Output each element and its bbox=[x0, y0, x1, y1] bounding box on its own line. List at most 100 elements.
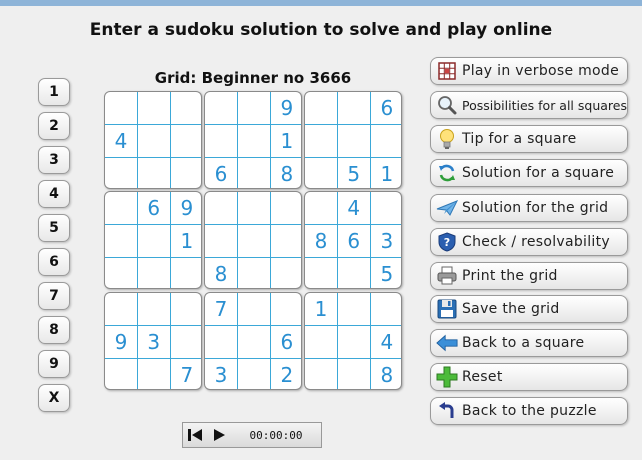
numpad-button-8[interactable]: 8 bbox=[38, 316, 70, 344]
grid-cell[interactable] bbox=[137, 293, 171, 326]
grid-cell[interactable]: 8 bbox=[205, 257, 238, 288]
rewind-button[interactable] bbox=[183, 423, 207, 447]
grid-cell[interactable] bbox=[105, 192, 138, 225]
grid-cell[interactable] bbox=[170, 157, 201, 188]
grid-cell[interactable] bbox=[237, 293, 271, 326]
play-verbose-button[interactable]: Play in verbose mode bbox=[430, 57, 628, 85]
grid-cell[interactable] bbox=[305, 124, 338, 158]
grid-cell[interactable]: 4 bbox=[370, 326, 401, 359]
grid-cell[interactable] bbox=[170, 92, 201, 125]
grid-cell[interactable] bbox=[137, 224, 171, 258]
grid-cell[interactable] bbox=[105, 358, 138, 389]
grid-cell[interactable] bbox=[105, 92, 138, 125]
grid-cell[interactable] bbox=[337, 92, 371, 125]
grid-cell[interactable] bbox=[237, 92, 271, 125]
grid-cell[interactable]: 1 bbox=[170, 225, 201, 258]
save-button[interactable]: Save the grid bbox=[430, 295, 628, 323]
grid-cell[interactable] bbox=[237, 192, 271, 225]
grid-cell[interactable] bbox=[337, 124, 371, 158]
grid-cell[interactable]: 9 bbox=[105, 325, 138, 359]
grid-cell[interactable] bbox=[205, 224, 238, 258]
back-square-button[interactable]: Back to a square bbox=[430, 329, 628, 357]
grid-cell[interactable]: 6 bbox=[270, 326, 301, 359]
grid-cell[interactable]: 8 bbox=[270, 157, 301, 188]
numpad-button-1[interactable]: 1 bbox=[38, 78, 70, 106]
grid-cell[interactable] bbox=[370, 125, 401, 158]
grid-cell[interactable] bbox=[237, 325, 271, 359]
grid-cell[interactable] bbox=[138, 157, 171, 188]
grid-cell[interactable]: 7 bbox=[170, 358, 201, 389]
grid-cell[interactable] bbox=[370, 293, 401, 326]
play-button[interactable] bbox=[207, 423, 231, 447]
grid-cell[interactable] bbox=[338, 358, 371, 389]
grid-cell[interactable] bbox=[137, 92, 171, 125]
grid-cell[interactable]: 6 bbox=[337, 224, 371, 258]
solution-square-button[interactable]: Solution for a square bbox=[430, 159, 628, 187]
grid-cell[interactable] bbox=[270, 293, 301, 326]
numpad-button-7[interactable]: 7 bbox=[38, 282, 70, 310]
grid-cell[interactable] bbox=[205, 325, 238, 359]
grid-cell[interactable]: 6 bbox=[137, 192, 171, 225]
grid-cell[interactable] bbox=[305, 325, 338, 359]
grid-cell[interactable]: 7 bbox=[205, 293, 238, 326]
grid-cell[interactable] bbox=[170, 326, 201, 359]
grid-cell[interactable] bbox=[170, 293, 201, 326]
grid-cell[interactable]: 4 bbox=[105, 124, 138, 158]
solution-grid-button[interactable]: Solution for the grid bbox=[430, 194, 628, 222]
numpad-button-2[interactable]: 2 bbox=[38, 112, 70, 140]
possibilities-button[interactable]: Possibilities for all squares bbox=[430, 91, 628, 119]
grid-cell[interactable] bbox=[338, 257, 371, 288]
grid-cell[interactable] bbox=[138, 358, 171, 389]
grid-cell[interactable] bbox=[270, 192, 301, 225]
grid-cell[interactable]: 5 bbox=[338, 157, 371, 188]
check-button[interactable]: ? Check / resolvability bbox=[430, 228, 628, 256]
grid-cell[interactable]: 1 bbox=[305, 293, 338, 326]
grid-cell[interactable] bbox=[305, 92, 338, 125]
grid-cell[interactable]: 3 bbox=[370, 225, 401, 258]
grid-cell[interactable] bbox=[105, 224, 138, 258]
grid-cell[interactable] bbox=[137, 124, 171, 158]
print-button[interactable]: Print the grid bbox=[430, 262, 628, 290]
grid-cell[interactable]: 6 bbox=[370, 92, 401, 125]
grid-cell[interactable] bbox=[337, 293, 371, 326]
grid-cell[interactable] bbox=[205, 92, 238, 125]
grid-cell[interactable]: 1 bbox=[270, 125, 301, 158]
numpad-button-9[interactable]: 9 bbox=[38, 350, 70, 378]
grid-cell[interactable]: 8 bbox=[305, 224, 338, 258]
grid-cell[interactable] bbox=[337, 325, 371, 359]
grid-cell[interactable]: 9 bbox=[170, 192, 201, 225]
grid-cell[interactable]: 2 bbox=[270, 358, 301, 389]
reset-button[interactable]: Reset bbox=[430, 363, 628, 391]
grid-cell[interactable] bbox=[237, 224, 271, 258]
grid-cell[interactable] bbox=[105, 157, 138, 188]
grid-cell[interactable] bbox=[170, 257, 201, 288]
grid-cell[interactable] bbox=[138, 257, 171, 288]
grid-cell[interactable] bbox=[238, 358, 271, 389]
grid-cell[interactable] bbox=[238, 257, 271, 288]
grid-cell[interactable]: 6 bbox=[205, 157, 238, 188]
grid-cell[interactable]: 4 bbox=[337, 192, 371, 225]
grid-cell[interactable] bbox=[370, 192, 401, 225]
tip-button[interactable]: Tip for a square bbox=[430, 125, 628, 153]
grid-cell[interactable]: 3 bbox=[205, 358, 238, 389]
grid-cell[interactable] bbox=[105, 293, 138, 326]
grid-cell[interactable]: 9 bbox=[270, 92, 301, 125]
grid-cell[interactable]: 8 bbox=[370, 358, 401, 389]
back-puzzle-button[interactable]: Back to the puzzle bbox=[430, 397, 628, 425]
numpad-clear-button[interactable]: X bbox=[38, 384, 70, 412]
grid-cell[interactable] bbox=[105, 257, 138, 288]
grid-cell[interactable] bbox=[305, 192, 338, 225]
grid-cell[interactable] bbox=[270, 225, 301, 258]
grid-cell[interactable] bbox=[205, 124, 238, 158]
grid-cell[interactable]: 5 bbox=[370, 257, 401, 288]
numpad-button-5[interactable]: 5 bbox=[38, 214, 70, 242]
numpad-button-6[interactable]: 6 bbox=[38, 248, 70, 276]
grid-cell[interactable] bbox=[237, 124, 271, 158]
grid-cell[interactable] bbox=[205, 192, 238, 225]
grid-cell[interactable]: 3 bbox=[137, 325, 171, 359]
grid-cell[interactable] bbox=[270, 257, 301, 288]
grid-cell[interactable] bbox=[238, 157, 271, 188]
grid-cell[interactable] bbox=[170, 125, 201, 158]
grid-cell[interactable] bbox=[305, 257, 338, 288]
numpad-button-3[interactable]: 3 bbox=[38, 146, 70, 174]
